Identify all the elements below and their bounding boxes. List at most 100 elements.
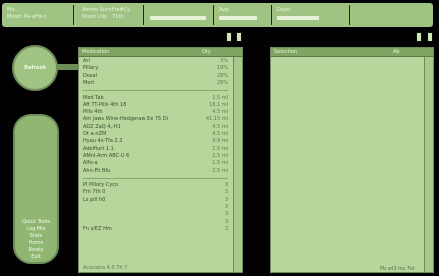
medication-row[interactable]: Dosal 29% bbox=[83, 73, 228, 80]
right-panel-handle-b[interactable] bbox=[427, 32, 433, 42]
selection-col2: Ab bbox=[393, 49, 400, 55]
medication-row-name: Aft TT-Pills 4th 18 bbox=[83, 101, 127, 108]
medication-row-value: 3 bbox=[224, 189, 228, 196]
side-menu: Quick Tools Log Mix Stats Home Books Exi… bbox=[13, 114, 59, 264]
header-days-label: Days: bbox=[277, 7, 292, 13]
medication-list: Ari 3% Pillary 19% Dosal 29% Mort 29% Med Tab 1.5… bbox=[79, 58, 232, 260]
medication-row[interactable]: Ari 3% bbox=[83, 58, 228, 65]
header-mode-label: Mo... bbox=[7, 7, 20, 13]
medication-row[interactable]: Ls pill h0 3 bbox=[83, 197, 228, 204]
medication-row-value: 1.5 ml bbox=[212, 160, 228, 167]
medication-row-name: Fm 7th 0 bbox=[83, 189, 106, 196]
left-panel-handle-a[interactable] bbox=[226, 32, 232, 42]
header-mood-value: Pe-aFfe-t. bbox=[24, 14, 48, 20]
selection-title: Selection bbox=[274, 49, 298, 55]
medication-footer: Acocatra 4.0 7h 7 bbox=[83, 265, 128, 271]
refresh-button[interactable]: Refresh bbox=[12, 45, 58, 91]
medication-row-name: Mort bbox=[83, 79, 95, 86]
medication-row[interactable]: 3 bbox=[83, 219, 228, 226]
header-ammo-value: Fre#Cy bbox=[112, 7, 131, 13]
medication-row-value: 3% bbox=[220, 58, 228, 64]
medication-row-name: Ahn-Fit Bfu bbox=[83, 167, 111, 174]
medication-row-value: 2.5 ml bbox=[212, 152, 228, 159]
medication-row[interactable]: Aft TT-Pills 4th 18 18.1 ml bbox=[83, 102, 228, 109]
header-cell-mood: Mo... Mood: Pe-aFfe-t. bbox=[2, 5, 74, 25]
left-panel-handle-b[interactable] bbox=[236, 32, 242, 42]
medication-row-name: Hyau 4x-Tfa 2.3 bbox=[83, 138, 123, 145]
selection-header: Selection Ab bbox=[271, 48, 433, 57]
medication-row-name: AMnl-Arm ABC-U 6 bbox=[83, 152, 130, 159]
medication-row[interactable]: Adelfiurt 1.1 1.5 ml bbox=[83, 146, 228, 153]
header-cell-progress bbox=[144, 5, 214, 25]
menu-log-mix[interactable]: Log Mix bbox=[15, 226, 57, 233]
medication-row-value: 4.5 ml bbox=[212, 109, 228, 116]
selection-panel: Selection Ab bbox=[270, 47, 434, 273]
header-avg-label: Avg: bbox=[219, 7, 230, 13]
medication-row-name: Pillary bbox=[83, 65, 99, 72]
selection-scrollbar[interactable] bbox=[424, 57, 433, 272]
medication-row-name: Pills 4th bbox=[83, 109, 103, 116]
medication-row-value: 29% bbox=[216, 72, 228, 79]
medication-row[interactable]: Fn s/EZ Hm 3 bbox=[83, 226, 228, 233]
medication-row[interactable]: Alfo-a 1.5 ml bbox=[83, 160, 228, 167]
medication-row[interactable]: 3 bbox=[83, 211, 228, 218]
menu-books[interactable]: Books bbox=[15, 247, 57, 254]
row-separator bbox=[83, 90, 228, 92]
menu-home[interactable]: Home bbox=[15, 240, 57, 247]
medication-row-name: Adelfiurt 1.1 bbox=[83, 145, 114, 152]
bottom-caption: Pb wI3 mc Fat bbox=[380, 266, 415, 272]
medication-row-value: 1.5 ml bbox=[212, 145, 228, 152]
medication-row[interactable]: Mort 29% bbox=[83, 80, 228, 87]
medication-row-value: 3 bbox=[224, 182, 228, 189]
right-panel-handle-a[interactable] bbox=[416, 32, 422, 42]
header-mood-label: Mood: bbox=[7, 14, 23, 20]
medication-row-name: Pl Pillory Cyco bbox=[83, 182, 118, 189]
medication-row-name: ADZ ZaQ 4,-H1 bbox=[83, 123, 121, 130]
medication-row-value: 3 bbox=[224, 196, 228, 203]
medication-row-value: 3 bbox=[224, 204, 228, 210]
medication-row-value: 41.15 ml bbox=[205, 116, 228, 123]
medication-qty-col: Qty bbox=[202, 49, 211, 55]
medication-row[interactable]: Med Tab 1.5 ml bbox=[83, 95, 228, 102]
refresh-label: Refresh bbox=[24, 65, 46, 71]
medication-row-value: 4.5 ml bbox=[212, 123, 228, 130]
header-life-label: Mood Life: bbox=[82, 14, 108, 20]
medication-scrollbar[interactable] bbox=[233, 57, 242, 272]
medication-row[interactable]: ADZ ZaQ 4,-H1 4.5 ml bbox=[83, 124, 228, 131]
medication-row[interactable]: Ot a-nZM 4.5 ml bbox=[83, 131, 228, 138]
medication-row-name: Fn s/EZ Hm bbox=[83, 225, 112, 232]
header-avg-bar bbox=[219, 16, 257, 20]
medication-row-value: 3 bbox=[224, 218, 228, 225]
status-header: Mo... Mood: Pe-aFfe-t. Ammo Sure: Mood L… bbox=[2, 3, 433, 27]
row-separator bbox=[83, 177, 228, 179]
medication-row[interactable]: Pills 4th 4.5 ml bbox=[83, 109, 228, 116]
medication-row[interactable]: AMnl-Arm ABC-U 6 2.5 ml bbox=[83, 153, 228, 160]
menu-exit[interactable]: Exit bbox=[15, 254, 57, 261]
medication-row[interactable]: 3 bbox=[83, 204, 228, 211]
medication-row-name: Ls pill h0 bbox=[83, 196, 106, 203]
medication-row-value: 9.9 ml bbox=[212, 138, 228, 145]
medication-row[interactable]: Pillary 19% bbox=[83, 65, 228, 72]
medication-row[interactable]: Hyau 4x-Tfa 2.3 9.9 ml bbox=[83, 138, 228, 145]
medication-row-name: Dosal bbox=[83, 72, 97, 79]
header-progress-bar bbox=[150, 16, 206, 20]
medication-row-value: 4.5 ml bbox=[212, 131, 228, 137]
medication-row[interactable]: Ahn-Fit Bfu 2.5 ml bbox=[83, 168, 228, 175]
header-ammo-label: Ammo Sure: bbox=[82, 7, 113, 13]
medication-row-value: 18.1 ml bbox=[209, 101, 228, 108]
medication-row-name: Ari bbox=[83, 58, 90, 64]
menu-stats[interactable]: Stats bbox=[15, 233, 57, 240]
medication-row-name: Am Jaws Wine-Hedgeraw Ee 75 Di bbox=[83, 116, 169, 123]
medication-row-value: 1.5 ml bbox=[212, 94, 228, 101]
medication-title: Medication bbox=[82, 49, 110, 55]
medication-header: Medication Qty bbox=[79, 48, 242, 57]
medication-row[interactable]: Am Jaws Wine-Hedgeraw Ee 75 Di 41.15 ml bbox=[83, 116, 228, 123]
header-cell-days: Days: bbox=[272, 5, 350, 25]
medication-row[interactable]: Fm 7th 0 3 bbox=[83, 189, 228, 196]
medication-row[interactable]: Pl Pillory Cyco 3 bbox=[83, 182, 228, 189]
medication-row-value: 2.5 ml bbox=[212, 167, 228, 174]
menu-quick-tools[interactable]: Quick Tools bbox=[15, 219, 57, 226]
medication-row-value: 29% bbox=[216, 79, 228, 86]
header-days-bar bbox=[277, 16, 319, 20]
connector bbox=[57, 64, 79, 70]
